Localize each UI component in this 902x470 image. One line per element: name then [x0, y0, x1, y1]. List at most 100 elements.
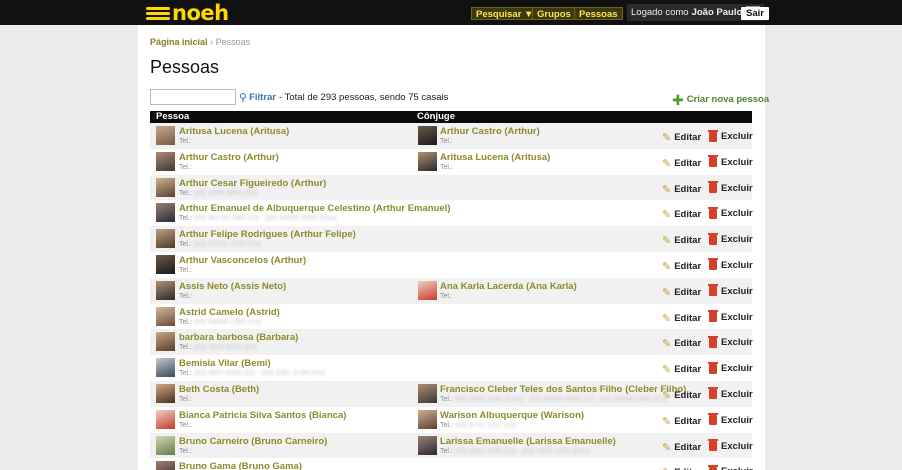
delete-button[interactable]: Excluir: [708, 232, 753, 245]
delete-button[interactable]: Excluir: [708, 284, 753, 297]
trash-icon: [708, 181, 718, 194]
person-name[interactable]: Astrid Camelo (Astrid): [179, 307, 280, 318]
person-name[interactable]: Bruno Carneiro (Bruno Carneiro): [179, 436, 327, 447]
edit-button[interactable]: ✎Editar: [662, 131, 701, 144]
delete-button[interactable]: Excluir: [708, 310, 753, 323]
person-name[interactable]: Arthur Castro (Arthur): [179, 152, 279, 163]
edit-button[interactable]: ✎Editar: [662, 337, 701, 350]
spouse-photo[interactable]: [418, 280, 437, 300]
logout-button[interactable]: Sair: [741, 7, 769, 20]
edit-label: Editar: [674, 364, 702, 376]
person-photo[interactable]: [156, 358, 175, 378]
breadcrumb-home[interactable]: Página inicial: [150, 37, 208, 47]
spouse-name[interactable]: Aritusa Lucena (Aritusa): [440, 152, 550, 163]
person-name[interactable]: barbara barbosa (Barbara): [179, 332, 298, 343]
table-row: Arthur Vasconcelos (Arthur) Tel.: ✎ Editar…: [150, 251, 753, 278]
person-photo[interactable]: [156, 306, 175, 326]
delete-button[interactable]: Excluir: [708, 155, 753, 168]
delete-button[interactable]: Excluir: [708, 335, 753, 348]
new-person-button[interactable]: ✚ Criar nova pessoa: [672, 93, 769, 107]
edit-button[interactable]: ✎Editar: [662, 312, 701, 325]
person-name[interactable]: Bemisia Vilar (Bemi): [179, 358, 271, 369]
person-photo[interactable]: [156, 383, 175, 403]
person-name[interactable]: Arthur Emanuel de Albuquerque Celestino …: [179, 203, 450, 214]
nav-search-dropdown[interactable]: Pesquisar ▼: [471, 7, 539, 20]
trash-icon: [708, 335, 718, 348]
magnifier-icon[interactable]: ⚲: [239, 91, 247, 104]
person-tel-label: Tel.:: [179, 266, 192, 274]
person-photo[interactable]: [156, 229, 175, 249]
spouse-photo[interactable]: [418, 435, 437, 455]
edit-button[interactable]: ✎Editar: [662, 260, 701, 273]
person-name[interactable]: Arthur Felipe Rodrigues (Arthur Felipe): [179, 229, 356, 240]
delete-label: Excluir: [721, 311, 753, 323]
person-name[interactable]: Beth Costa (Beth): [179, 384, 259, 395]
logo-icon: [146, 6, 170, 20]
edit-button[interactable]: ✎Editar: [662, 389, 701, 402]
delete-button[interactable]: Excluir: [708, 181, 753, 194]
person-photo[interactable]: [156, 254, 175, 274]
delete-button[interactable]: Excluir: [708, 387, 753, 400]
logo-text: noeh: [172, 1, 229, 25]
person-tel: Tel.:: [179, 164, 192, 171]
edit-button[interactable]: ✎Editar: [662, 208, 701, 221]
person-photo[interactable]: [156, 409, 175, 429]
delete-button[interactable]: Excluir: [708, 129, 753, 142]
person-tel-label: Tel.:: [179, 189, 192, 197]
app-logo[interactable]: noeh: [146, 2, 229, 24]
edit-button[interactable]: ✎Editar: [662, 234, 701, 247]
person-name[interactable]: Bruno Gama (Bruno Gama): [179, 461, 302, 470]
person-tel: Tel.: (83) 94804-1355 (Fix): [179, 319, 262, 326]
breadcrumb: Página inicial › Pessoas: [150, 37, 250, 47]
person-name[interactable]: Arthur Cesar Figueiredo (Arthur): [179, 178, 326, 189]
person-photo[interactable]: [156, 435, 175, 455]
delete-button[interactable]: Excluir: [708, 464, 753, 470]
table-row: Arthur Emanuel de Albuquerque Celestino …: [150, 200, 753, 227]
delete-button[interactable]: Excluir: [708, 413, 753, 426]
person-name[interactable]: Bianca Patricia Silva Santos (Bianca): [179, 410, 346, 421]
spouse-name[interactable]: Ana Karla Lacerda (Ana Karla): [440, 281, 577, 292]
spouse-photo[interactable]: [418, 409, 437, 429]
edit-button[interactable]: ✎Editar: [662, 363, 701, 376]
person-photo[interactable]: [156, 461, 175, 470]
delete-button[interactable]: Excluir: [708, 361, 753, 374]
person-photo[interactable]: [156, 203, 175, 223]
delete-label: Excluir: [721, 182, 753, 194]
pencil-icon: ✎: [662, 312, 672, 325]
person-tel-label: Tel.:: [179, 318, 192, 326]
person-photo[interactable]: [156, 280, 175, 300]
edit-button[interactable]: ✎Editar: [662, 466, 701, 470]
spouse-photo[interactable]: [418, 151, 437, 171]
edit-button[interactable]: ✎Editar: [662, 441, 701, 454]
spouse-name[interactable]: Larissa Emanuelle (Larissa Emanuelle): [440, 436, 616, 447]
spouse-name[interactable]: Francisco Cleber Teles dos Santos Filho …: [440, 384, 686, 395]
person-tel-label: Tel.:: [179, 344, 192, 352]
pencil-icon: ✎: [662, 260, 672, 273]
person-name[interactable]: Arthur Vasconcelos (Arthur): [179, 255, 306, 266]
filter-button[interactable]: Filtrar: [249, 92, 276, 103]
edit-button[interactable]: ✎Editar: [662, 183, 701, 196]
delete-button[interactable]: Excluir: [708, 206, 753, 219]
delete-button[interactable]: Excluir: [708, 439, 753, 452]
person-tel: Tel.: (83) 93331-1955 (Fix): [179, 241, 262, 248]
nav-people[interactable]: Pessoas: [574, 7, 623, 20]
person-name[interactable]: Aritusa Lucena (Aritusa): [179, 126, 289, 137]
spouse-photo[interactable]: [418, 126, 437, 145]
person-photo[interactable]: [156, 126, 175, 145]
edit-button[interactable]: ✎Editar: [662, 157, 701, 170]
person-photo[interactable]: [156, 177, 175, 197]
person-name[interactable]: Assis Neto (Assis Neto): [179, 281, 286, 292]
table-row: Bruno Carneiro (Bruno Carneiro) Tel.: Lar…: [150, 432, 753, 459]
edit-button[interactable]: ✎Editar: [662, 415, 701, 428]
spouse-name[interactable]: Arthur Castro (Arthur): [440, 126, 540, 137]
person-photo[interactable]: [156, 332, 175, 352]
search-input[interactable]: [150, 89, 236, 105]
user-name[interactable]: João Paulo: [692, 4, 743, 21]
person-photo[interactable]: [156, 151, 175, 171]
nav-groups[interactable]: Grupos: [532, 7, 576, 20]
edit-button[interactable]: ✎Editar: [662, 286, 701, 299]
delete-button[interactable]: Excluir: [708, 258, 753, 271]
spouse-photo[interactable]: [418, 383, 437, 403]
spouse-name[interactable]: Warison Albuquerque (Warison): [440, 410, 584, 421]
trash-icon: [708, 413, 718, 426]
